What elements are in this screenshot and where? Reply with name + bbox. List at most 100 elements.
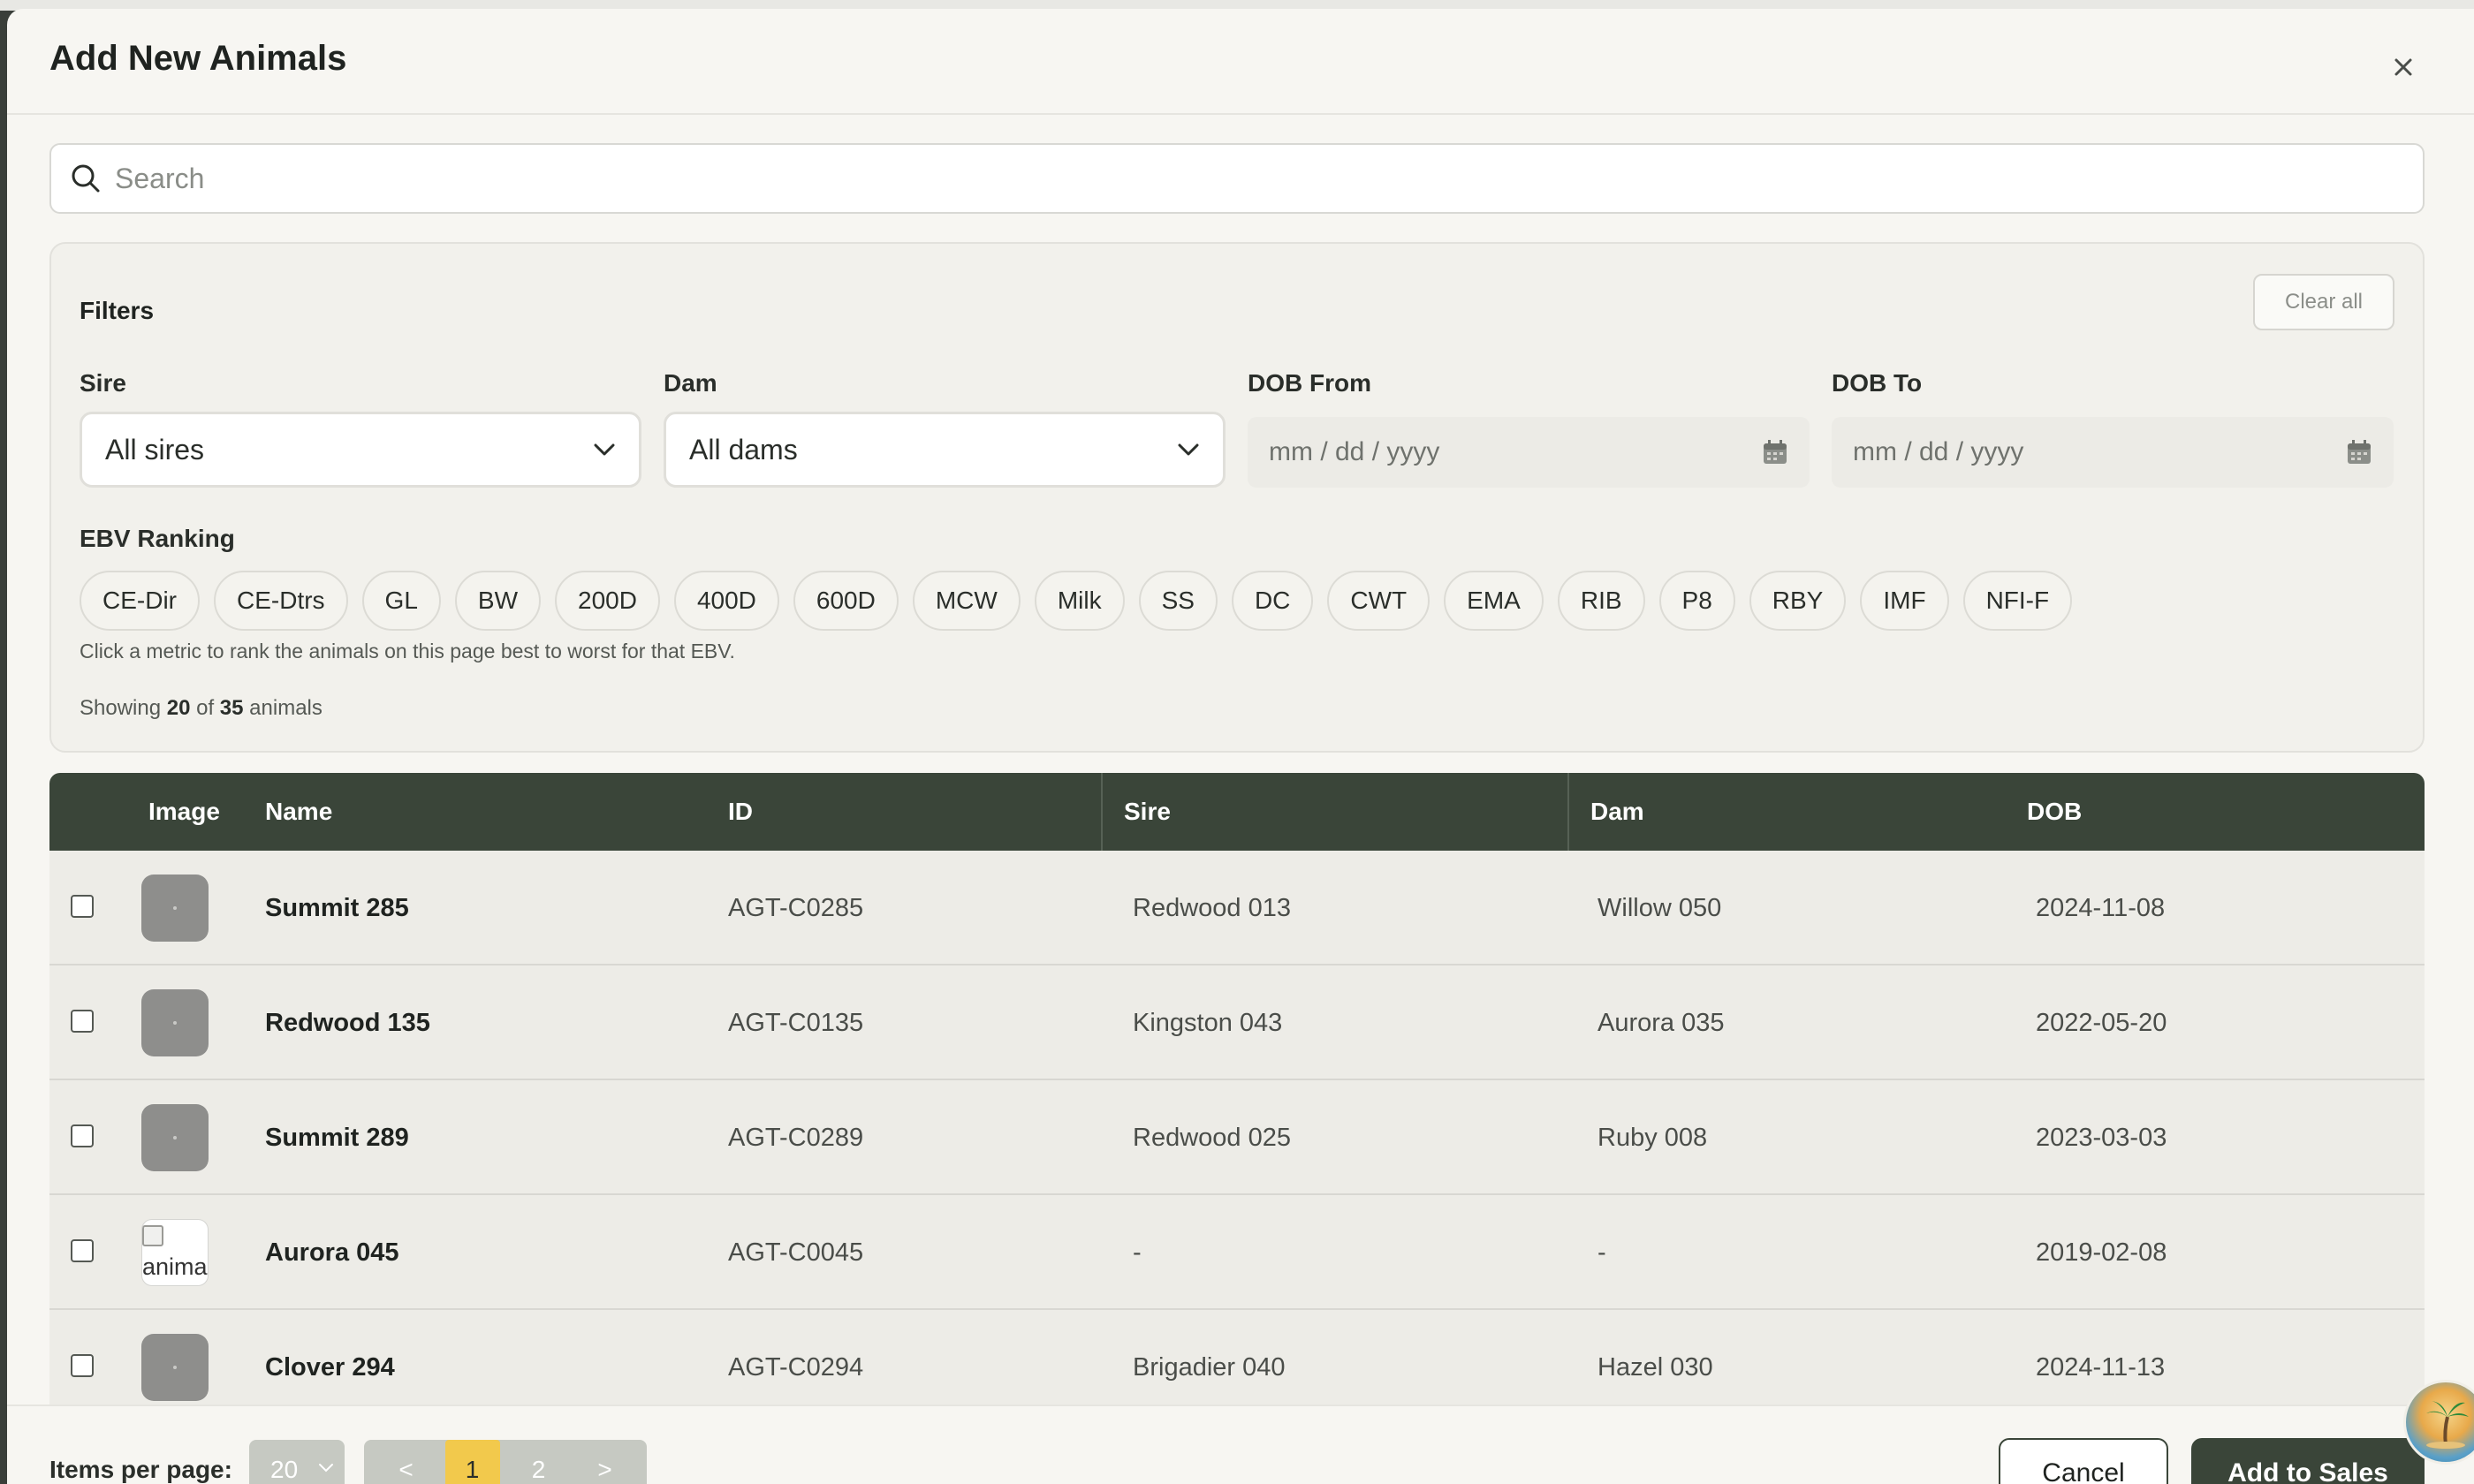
header-sire[interactable]: Sire [1124,773,1171,851]
animal-dob: 2024-11-13 [2036,1352,2166,1382]
animal-name: Summit 285 [265,893,409,922]
pager-next-button[interactable]: > [578,1446,633,1484]
dam-select[interactable]: All dams [664,412,1226,488]
row-checkbox[interactable] [71,1010,94,1033]
row-checkbox[interactable] [71,895,94,918]
items-per-page-value: 20 [270,1456,299,1483]
animal-sire: Brigadier 040 [1133,1352,1286,1382]
row-checkbox[interactable] [71,1354,94,1377]
cancel-button[interactable]: Cancel [1999,1438,2168,1484]
table-row[interactable]: Summit 285 AGT-C0285 Redwood 013 Willow … [49,851,2425,965]
table-row[interactable]: anima Aurora 045 AGT-C0045 - - 2019-02-0… [49,1195,2425,1310]
animal-id: AGT-C0294 [728,1352,864,1382]
animals-table: Image Name ID Sire Dam DOB Summit 285 AG… [49,773,2425,1413]
dob-to-label: DOB To [1832,369,1923,397]
animal-dob: 2024-11-08 [2036,893,2166,922]
sire-select[interactable]: All sires [80,412,641,488]
animal-sire: Redwood 013 [1133,893,1291,922]
calendar-icon[interactable] [1762,439,1788,466]
filters-title: Filters [80,297,155,324]
animal-thumbnail [141,989,209,1056]
broken-image-glyph [142,1225,163,1246]
header-dob[interactable]: DOB [2027,773,2082,851]
close-button[interactable] [2387,51,2419,83]
ebv-chip[interactable]: IMF [1860,571,1949,631]
animal-thumbnail [141,1334,209,1401]
showing-prefix: Showing [80,696,162,720]
search-input[interactable] [115,162,2377,195]
row-checkbox[interactable] [71,1239,94,1262]
ebv-chip[interactable]: MCW [912,571,1021,631]
ebv-chip[interactable]: Milk [1034,571,1125,631]
dam-select-value: All dams [689,433,798,466]
animal-sire: Kingston 043 [1133,1008,1283,1037]
close-icon [2394,58,2412,76]
ebv-chip[interactable]: P8 [1658,571,1735,631]
ebv-chip[interactable]: RIB [1557,571,1645,631]
ebv-chip[interactable]: NFI-F [1962,571,2073,631]
animal-dam: - [1597,1238,1606,1267]
animal-name: Clover 294 [265,1352,395,1382]
items-per-page-label: Items per page: [49,1456,232,1483]
ebv-chip[interactable]: CE-Dir [80,571,200,631]
animal-id: AGT-C0135 [728,1008,864,1037]
table-row[interactable]: Redwood 135 AGT-C0135 Kingston 043 Auror… [49,965,2425,1080]
ebv-hint: Click a metric to rank the animals on th… [80,640,735,662]
animal-dam: Hazel 030 [1597,1352,1713,1382]
add-animals-modal: Add New Animals Filters Clear all Sire A… [7,9,2474,1484]
table-row[interactable]: Summit 289 AGT-C0289 Redwood 025 Ruby 00… [49,1080,2425,1195]
animal-dam: Willow 050 [1597,893,1722,922]
ebv-chip[interactable]: BW [454,571,542,631]
dob-to-input[interactable]: mm / dd / yyyy [1832,417,2394,488]
add-to-sales-button[interactable]: Add to Sales [2191,1438,2425,1484]
pager-page-1[interactable]: 1 [444,1440,500,1484]
ebv-chip[interactable]: 600D [793,571,899,631]
modal-header: Add New Animals [7,9,2474,115]
animal-dam: Aurora 035 [1597,1008,1725,1037]
ebv-chip[interactable]: EMA [1444,571,1544,631]
showing-of: of [196,696,215,720]
ebv-chip[interactable]: SS [1138,571,1218,631]
dob-from-input[interactable]: mm / dd / yyyy [1248,417,1810,488]
animal-dam: Ruby 008 [1597,1123,1708,1152]
calendar-icon[interactable] [2346,439,2372,466]
ebv-chip[interactable]: CWT [1327,571,1431,631]
ebv-chip[interactable]: DC [1231,571,1314,631]
header-id[interactable]: ID [728,773,753,851]
pagination: < 1 2 > [364,1440,647,1484]
modal-title: Add New Animals [49,39,347,78]
ebv-ranking-label: EBV Ranking [80,525,235,552]
items-per-page-select[interactable]: 20 [249,1440,345,1484]
ebv-chip[interactable]: CE-Dtrs [214,571,348,631]
animal-name: Aurora 045 [265,1238,399,1267]
header-image: Image [148,798,220,825]
dob-from-label: DOB From [1248,369,1371,397]
pager-page-2[interactable]: 2 [512,1446,566,1484]
clear-all-button[interactable]: Clear all [2253,274,2394,330]
search-field[interactable] [49,143,2425,214]
animal-thumbnail [141,874,209,942]
sire-label: Sire [80,369,126,397]
table-row[interactable]: Clover 294 AGT-C0294 Brigadier 040 Hazel… [49,1310,2425,1413]
showing-count: Showing 20 of 35 animals [80,696,323,721]
animal-dob: 2023-03-03 [2036,1123,2167,1152]
sire-select-value: All sires [105,433,205,466]
header-dam[interactable]: Dam [1590,773,1644,851]
chevron-down-icon [1178,443,1199,456]
header-name[interactable]: Name [265,773,332,851]
ebv-chip[interactable]: RBY [1749,571,1847,631]
animal-sire: Redwood 025 [1133,1123,1291,1152]
ebv-chip-row: CE-Dir CE-Dtrs GL BW 200D 400D 600D MCW … [80,571,2073,631]
ebv-chip[interactable]: 200D [555,571,660,631]
animal-id: AGT-C0045 [728,1238,864,1267]
animal-id: AGT-C0285 [728,893,864,922]
ebv-chip[interactable]: 400D [673,571,779,631]
dob-to-placeholder: mm / dd / yyyy [1853,437,2024,466]
pager-prev-button[interactable]: < [379,1446,434,1484]
row-checkbox[interactable] [71,1124,94,1147]
palm-tree-icon [2426,1401,2469,1449]
column-divider [1567,773,1569,851]
search-icon [72,164,100,193]
column-divider [1101,773,1103,851]
ebv-chip[interactable]: GL [361,571,441,631]
